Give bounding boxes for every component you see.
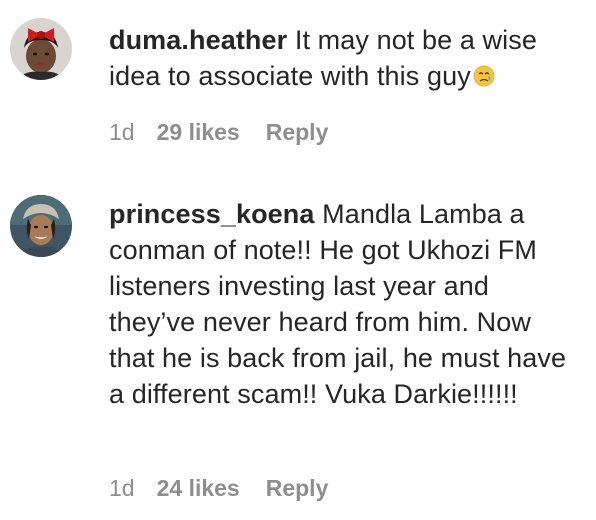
avatar[interactable] — [10, 195, 72, 257]
comment-text: princess_koena Mandla Lamba a conman of … — [109, 196, 579, 412]
comment-timestamp: 1d — [109, 119, 135, 145]
comment-username[interactable]: duma.heather — [109, 25, 287, 55]
comment-timestamp: 1d — [109, 475, 135, 501]
crying-face-emoji-icon — [473, 60, 495, 87]
comment-meta: 1d 29 likes Reply — [109, 118, 328, 146]
comment-username[interactable]: princess_koena — [109, 199, 315, 229]
likes-count[interactable]: 29 likes — [157, 118, 240, 146]
avatar[interactable] — [10, 18, 72, 80]
comment-text: duma.heather It may not be a wise idea t… — [109, 22, 579, 94]
reply-button[interactable]: Reply — [266, 118, 329, 146]
reply-button[interactable]: Reply — [266, 474, 329, 502]
comment-body: Mandla Lamba a conman of note!! He got U… — [109, 199, 567, 409]
likes-count[interactable]: 24 likes — [157, 474, 240, 502]
comment-meta: 1d 24 likes Reply — [109, 474, 328, 502]
